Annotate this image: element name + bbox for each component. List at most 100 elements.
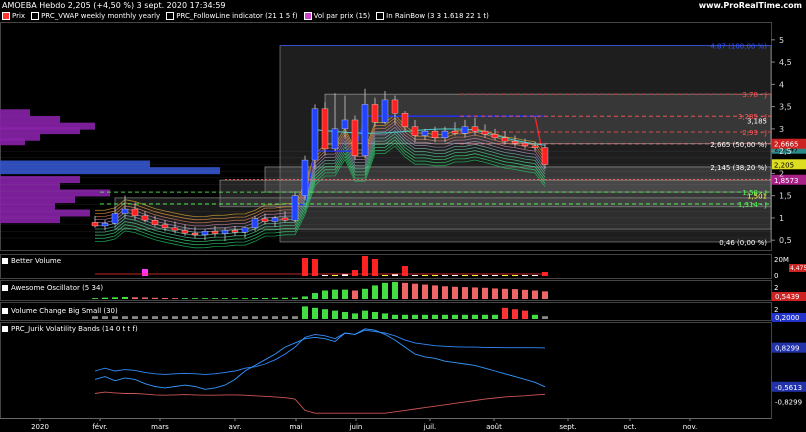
better-volume-bar [332,275,338,276]
legend-item-rainbow[interactable]: In RainBow (3 3 1.618 22 1 t) [376,12,489,20]
candle-body [501,137,509,142]
y-tick-label: 1 [779,214,784,223]
better-volume-bar [442,275,448,276]
volume-change-bar [352,313,358,319]
panel-swatch [2,326,8,332]
y-tick-label: 2 [779,169,784,178]
y-tick-label: 2,5 [779,147,792,156]
awesome-bar [402,282,408,299]
volume-change-bar [482,314,488,319]
better-volume-bar [522,275,528,276]
volume-change-bar [262,316,268,319]
awesome-bar [312,293,318,299]
volume-change-bar [202,316,208,319]
candle-body [301,159,309,196]
panel-swatch [2,308,8,314]
x-tick-label: juil. [423,423,437,431]
candle-body [481,130,489,135]
candle-body [491,134,499,138]
volume-profile-bar [0,115,60,123]
legend-item-volprix[interactable]: Vol par prix (15) [303,12,371,20]
better-volume-bar [422,275,428,276]
candle-body [341,119,349,130]
better-volume-bar [462,275,468,276]
candle-body [521,142,529,146]
volume-profile-bar [0,209,90,217]
panel-label-awesome[interactable]: Awesome Oscillator (5 34) [2,284,103,292]
awesome-bar [332,289,338,299]
panel-label-volume-change[interactable]: Volume Change Big Small (30) [2,307,118,315]
site-logo: www.ProRealTime.com [698,1,802,10]
candle-body [221,230,229,234]
panel-title: PRC_Jurik Volatility Bands (14 0 t t f) [11,325,138,333]
x-tick-label: avr. [229,423,242,431]
x-tick-label: mai [289,423,302,431]
better-volume-bar [502,275,508,276]
jurik-lower-line [94,391,546,414]
candle-body [421,130,429,136]
volume-change-bar [522,310,528,319]
candle-body [311,108,319,161]
volume-change-bar [222,316,228,319]
chart-title: AMOEBA Hebdo 2,205 (+4,50 %) 3 sept. 202… [2,1,226,10]
legend-item-vwap[interactable]: PRC_VWAP weekly monthly yearly [31,12,160,20]
volume-change-bar [412,314,418,319]
candle-body [251,218,259,228]
price-label: 2,145 (38,20 %) [710,164,767,172]
candle-body [281,217,289,221]
volume-change-bar [272,316,278,319]
axis-value-label: 0,5439 [775,293,800,301]
candle-body [231,230,239,233]
volume-change-bar [192,316,198,319]
better-volume-bar [512,275,518,276]
volume-change-bar [312,307,318,319]
volume-change-bar [452,314,458,319]
panel-label-jurik[interactable]: PRC_Jurik Volatility Bands (14 0 t t f) [2,325,138,333]
y-tick-label: 0 [774,272,778,280]
candle-body [181,230,189,234]
y-tick-label: 3 [779,125,784,134]
volume-change-bar [302,306,308,319]
legend-label: Vol par prix (15) [313,12,371,20]
x-tick-label: août [486,423,502,431]
awesome-bar [162,297,168,299]
awesome-bar [342,289,348,299]
candle-body [271,217,279,222]
candle-body [401,113,409,127]
better-volume-bar [362,256,368,276]
panel-frame [0,254,772,279]
awesome-bar [322,290,328,299]
legend-item-followline[interactable]: PRC_FollowLine indicator (21 1 5 f) [166,12,298,20]
candle-body [411,126,419,136]
y-tick-label: 1,5 [779,192,792,201]
better-volume-bar [312,259,318,276]
awesome-bar [92,298,98,299]
awesome-bar [132,297,138,299]
legend-label: Prix [12,12,26,20]
candle-body [331,128,339,150]
better-volume-bar [142,269,148,276]
awesome-bar [512,289,518,299]
price-label: 2,665 (50,00 %) [710,141,767,149]
awesome-bar [242,298,248,299]
volume-profile-bar [0,109,30,117]
volume-profile-bar [0,138,25,146]
jurik-upper-line [94,329,546,375]
candle-body [201,231,209,236]
candle-body [241,227,249,233]
volume-profile-bar [0,167,220,175]
candle-body [131,208,139,216]
better-volume-bar [302,258,308,276]
volume-change-bar [142,316,148,319]
panel-label-better-volume[interactable]: Better Volume [2,257,61,265]
legend-item-prix[interactable]: Prix [2,12,25,20]
volume-change-bar [402,314,408,319]
candle-body [541,147,549,165]
candle-body [291,195,299,221]
candle-body [121,208,129,214]
candle-body [431,130,439,138]
y-tick-label: 2 [774,284,778,292]
volume-profile-bar [0,176,80,184]
legend-swatch-rainbow [376,12,385,20]
candle-body [371,104,379,123]
